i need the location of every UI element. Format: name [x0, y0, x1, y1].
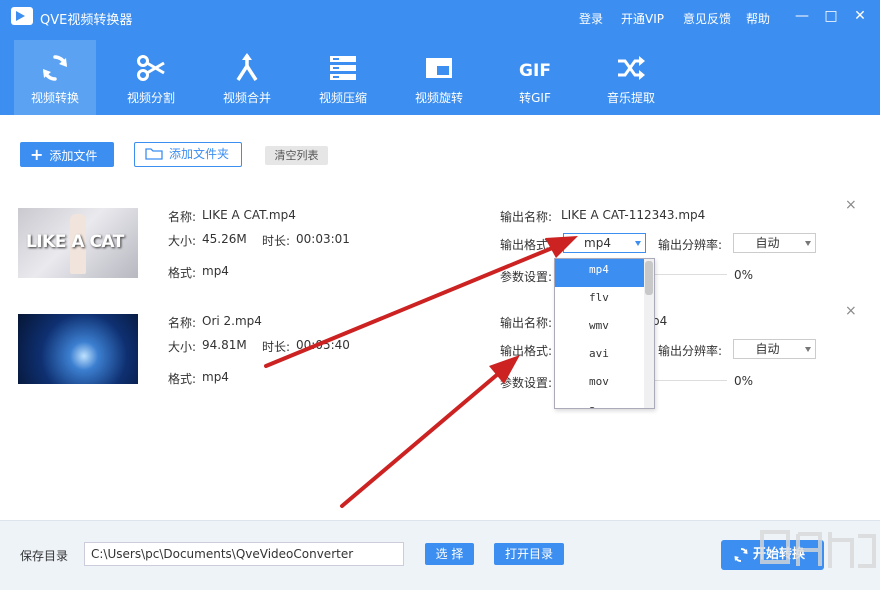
dropdown-scrollbar[interactable]: [644, 259, 654, 408]
plus-icon: +: [30, 145, 44, 164]
format-option[interactable]: mov: [555, 371, 645, 399]
progress-bar: [655, 380, 727, 381]
file-format: mp4: [202, 370, 229, 384]
watermark-logo: [760, 530, 876, 568]
file-duration: 00:05:40: [296, 338, 350, 352]
file-name-label: 名称:: [168, 316, 197, 330]
tab-label: 视频转换: [30, 91, 79, 105]
tab-video-compress[interactable]: 视频压缩: [302, 40, 384, 115]
gif-icon: GIF: [519, 61, 551, 81]
help-link[interactable]: 帮助: [746, 10, 770, 27]
tab-music-extract[interactable]: 音乐提取: [590, 40, 672, 115]
resolution-value: 自动: [755, 342, 780, 356]
file-duration-label: 时长:: [262, 234, 291, 248]
output-name-label: 输出名称:: [500, 210, 553, 224]
scrollbar-thumb[interactable]: [645, 261, 653, 295]
convert-icon: [43, 55, 67, 81]
save-dir-label: 保存目录: [20, 549, 69, 563]
folder-icon: [145, 148, 163, 160]
tab-video-rotate[interactable]: 视频旋转: [398, 40, 480, 115]
resolution-select[interactable]: 自动: [733, 233, 816, 253]
svg-text:GIF: GIF: [519, 61, 551, 81]
format-option[interactable]: flv: [555, 287, 645, 315]
tab-video-split[interactable]: 视频分割: [110, 40, 192, 115]
tab-label: 视频旋转: [414, 91, 463, 105]
file-size-label: 大小:: [168, 340, 197, 354]
compress-icon: [330, 56, 356, 80]
output-format-value: mp4: [584, 236, 611, 250]
tab-label: 转GIF: [519, 91, 551, 105]
file-size: 94.81M: [202, 338, 247, 352]
chevron-down-icon: [635, 241, 641, 246]
tab-video-merge[interactable]: 视频合并: [206, 40, 288, 115]
file-size-label: 大小:: [168, 234, 197, 248]
maximize-button[interactable]: □: [823, 8, 839, 24]
file-name: Ori 2.mp4: [202, 314, 262, 328]
resolution-label: 输出分辨率:: [658, 344, 723, 358]
format-option[interactable]: wmv: [555, 315, 645, 343]
resolution-select[interactable]: 自动: [733, 339, 816, 359]
app-title: QVE视频转换器: [40, 13, 133, 28]
rotate-icon: [426, 58, 452, 78]
tab-label: 视频压缩: [318, 91, 367, 105]
file-format-label: 格式:: [168, 266, 197, 280]
format-option[interactable]: a: [555, 399, 645, 408]
file-duration-label: 时长:: [262, 340, 291, 354]
params-label: 参数设置:: [500, 270, 553, 284]
video-thumbnail: [18, 314, 138, 384]
file-format-label: 格式:: [168, 372, 197, 386]
save-dir-input[interactable]: C:\Users\pc\Documents\QveVideoConverter: [84, 542, 404, 566]
progress-bar: [655, 274, 727, 275]
app-logo-icon: [11, 7, 33, 25]
output-name-label: 输出名称:: [500, 316, 553, 330]
add-file-button[interactable]: + 添加文件: [20, 142, 114, 167]
format-dropdown-list[interactable]: mp4 flv wmv avi mov a: [554, 258, 655, 409]
file-size: 45.26M: [202, 232, 247, 246]
file-duration: 00:03:01: [296, 232, 350, 246]
shuffle-icon: [618, 56, 645, 80]
format-option[interactable]: mp4: [555, 259, 645, 287]
params-label: 参数设置:: [500, 376, 553, 390]
file-name: LIKE A CAT.mp4: [202, 208, 296, 222]
login-link[interactable]: 登录: [579, 10, 603, 27]
annotation-arrow: [340, 366, 507, 508]
remove-file-icon[interactable]: ×: [845, 198, 857, 212]
header-bar: QVE视频转换器 登录 开通VIP 意见反馈 帮助 — □ ✕ 视频转换 视频分…: [0, 0, 880, 115]
video-thumbnail: LIKE A CAT: [18, 208, 138, 278]
resolution-label: 输出分辨率:: [658, 238, 723, 252]
output-format-label: 输出格式:: [500, 344, 553, 358]
file-name-label: 名称:: [168, 210, 197, 224]
open-dir-button[interactable]: 打开目录: [494, 543, 564, 565]
tab-video-convert[interactable]: 视频转换: [14, 40, 96, 115]
chevron-down-icon: [805, 241, 811, 246]
add-file-label: 添加文件: [49, 149, 98, 163]
format-option[interactable]: avi: [555, 343, 645, 371]
output-format-select[interactable]: mp4: [563, 233, 646, 253]
add-folder-label: 添加文件夹: [169, 147, 230, 161]
feedback-link[interactable]: 意见反馈: [683, 10, 731, 27]
close-button[interactable]: ✕: [852, 8, 868, 24]
tab-label: 音乐提取: [606, 91, 655, 105]
tab-to-gif[interactable]: GIF 转GIF: [494, 40, 576, 115]
progress-value: 0%: [734, 374, 754, 388]
remove-file-icon[interactable]: ×: [845, 304, 857, 318]
vip-link[interactable]: 开通VIP: [621, 10, 664, 27]
scissors-icon: [137, 55, 165, 81]
convert-icon: [734, 547, 748, 563]
minimize-button[interactable]: —: [794, 8, 810, 24]
clear-list-button[interactable]: 清空列表: [265, 146, 328, 165]
tab-label: 视频合并: [222, 91, 271, 105]
output-name[interactable]: LIKE A CAT-112343.mp4: [561, 208, 705, 222]
chevron-down-icon: [805, 347, 811, 352]
add-folder-button[interactable]: 添加文件夹: [134, 142, 242, 167]
title-bar[interactable]: QVE视频转换器 登录 开通VIP 意见反馈 帮助 — □ ✕: [0, 0, 880, 34]
file-format: mp4: [202, 264, 229, 278]
tab-label: 视频分割: [126, 91, 175, 105]
thumbnail-text: LIKE A CAT: [26, 232, 124, 252]
progress-value: 0%: [734, 268, 754, 282]
output-format-label: 输出格式:: [500, 238, 553, 252]
choose-dir-button[interactable]: 选 择: [425, 543, 474, 565]
resolution-value: 自动: [755, 236, 780, 250]
merge-icon: [236, 53, 258, 81]
